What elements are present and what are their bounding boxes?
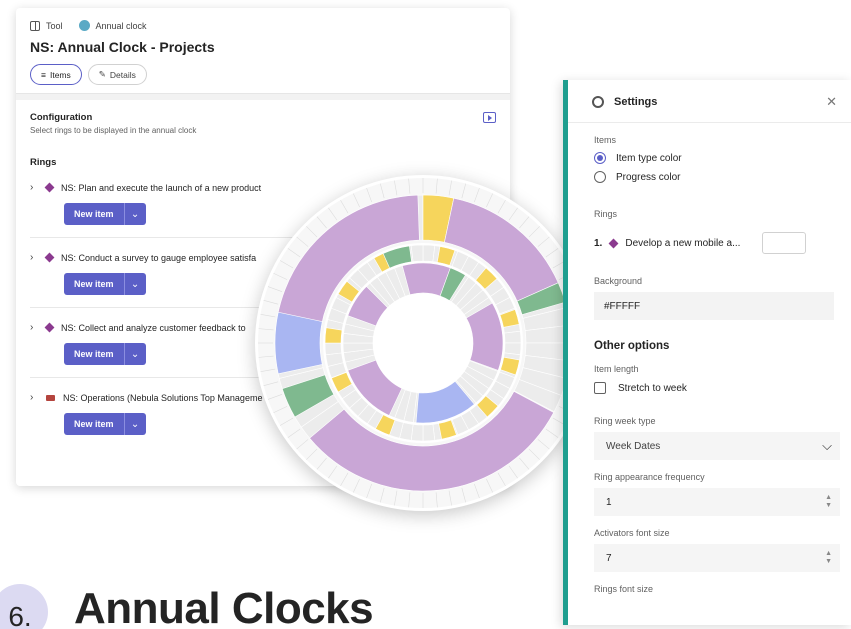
spin-down-icon[interactable]: ▼ — [825, 558, 832, 566]
checkbox-icon — [594, 382, 606, 394]
building-icon — [46, 394, 55, 401]
select-value: Week Dates — [606, 440, 661, 452]
settings-body: Items Item type color Progress color Rin… — [568, 135, 851, 594]
ring-index: 1. — [594, 237, 603, 249]
new-item-button[interactable]: New item — [64, 203, 124, 225]
pin-icon — [44, 182, 55, 193]
section-number-badge: 6. — [0, 584, 48, 629]
pin-icon — [44, 322, 55, 333]
new-item-split-button: New item ⌄ — [64, 273, 146, 295]
new-item-split-button: New item ⌄ — [64, 413, 146, 435]
tab-bar: ≡ Items ✎ Details — [30, 64, 496, 85]
gear-icon — [592, 96, 604, 108]
chevron-right-icon[interactable]: › — [30, 182, 38, 193]
configuration-subtitle: Select rings to be displayed in the annu… — [30, 126, 197, 135]
background-input[interactable]: #FFFFF — [594, 292, 834, 320]
activators-font-input[interactable]: 7 ▲ ▼ — [594, 544, 840, 572]
settings-panel: Settings ✕ Items Item type color Progres… — [563, 80, 851, 625]
chevron-down-icon[interactable]: ⌄ — [123, 343, 146, 365]
ring-frequency-label: Ring appearance frequency — [594, 472, 705, 482]
annual-clock-visual[interactable] — [255, 175, 591, 511]
chevron-right-icon[interactable]: › — [30, 322, 38, 333]
spin-buttons[interactable]: ▲ ▼ — [825, 494, 832, 510]
other-options-heading: Other options — [594, 340, 670, 352]
chevron-right-icon[interactable]: › — [30, 392, 38, 403]
annual-clock-graphic — [258, 178, 588, 508]
tab-details[interactable]: ✎ Details — [87, 64, 147, 85]
clock-week-cell[interactable] — [410, 244, 424, 262]
breadcrumb-tool[interactable]: Tool — [46, 21, 63, 31]
radio-unselected-icon — [594, 171, 606, 183]
grid-icon — [30, 20, 40, 31]
tab-items[interactable]: ≡ Items — [30, 64, 82, 85]
spin-down-icon[interactable]: ▼ — [825, 502, 832, 510]
ring-week-type-select[interactable]: Week Dates ⌵ — [594, 432, 840, 460]
clock-week-cell[interactable] — [504, 330, 522, 344]
chevron-right-icon[interactable]: › — [30, 252, 38, 263]
annual-clock-icon — [78, 20, 90, 31]
ring-name: NS: Conduct a survey to gauge employee s… — [61, 252, 257, 263]
spin-up-icon[interactable]: ▲ — [825, 494, 832, 502]
spin-up-icon[interactable]: ▲ — [825, 550, 832, 558]
panel-header: Tool Annual clock NS: Annual Clock - Pro… — [16, 8, 510, 94]
chevron-down-icon: ⌵ — [822, 438, 832, 453]
ring-name: NS: Operations (Nebula Solutions Top Man… — [63, 392, 263, 403]
spin-buttons[interactable]: ▲ ▼ — [825, 550, 832, 566]
ring-setting-row[interactable]: 1. Develop a new mobile a... — [594, 232, 851, 254]
tab-details-label: Details — [109, 69, 136, 80]
new-item-button[interactable]: New item — [64, 343, 124, 365]
clock-week-cell[interactable] — [422, 424, 436, 442]
rings-font-label: Rings font size — [594, 584, 654, 594]
present-icon[interactable] — [483, 112, 496, 123]
close-icon[interactable]: ✕ — [826, 94, 837, 110]
pin-icon — [608, 238, 619, 248]
settings-title: Settings — [614, 96, 658, 108]
clock-week-cell[interactable] — [324, 342, 342, 356]
configuration-title: Configuration — [30, 112, 93, 123]
list-icon: ≡ — [41, 69, 46, 80]
new-item-button[interactable]: New item — [64, 413, 124, 435]
page-title: NS: Annual Clock - Projects — [30, 39, 215, 55]
radio-selected-icon — [594, 152, 606, 164]
checkbox-label: Stretch to week — [618, 382, 687, 394]
chevron-down-icon[interactable]: ⌄ — [123, 203, 146, 225]
breadcrumb: Tool Annual clock — [30, 20, 496, 31]
breadcrumb-clock[interactable]: Annual clock — [96, 21, 147, 31]
chevron-down-icon[interactable]: ⌄ — [123, 273, 146, 295]
item-length-label: Item length — [594, 364, 639, 374]
pin-icon — [44, 252, 55, 263]
clock-item-segment[interactable] — [324, 327, 343, 344]
number-value: 7 — [606, 552, 612, 564]
chevron-down-icon[interactable]: ⌄ — [123, 413, 146, 435]
background-label: Background — [594, 276, 643, 286]
clock-center — [375, 295, 471, 391]
rings-label: Rings — [594, 209, 618, 219]
items-label: Items — [594, 135, 617, 145]
pencil-icon: ✎ — [98, 69, 106, 79]
clock-item-segment[interactable] — [274, 311, 323, 375]
tab-items-label: Items — [49, 69, 71, 80]
radio-label: Item type color — [616, 152, 682, 164]
ring-week-type-label: Ring week type — [594, 416, 656, 426]
ring-frequency-input[interactable]: 1 ▲ ▼ — [594, 488, 840, 516]
ring-name: NS: Plan and execute the launch of a new… — [61, 182, 262, 193]
new-item-split-button: New item ⌄ — [64, 343, 146, 365]
stretch-checkbox[interactable]: Stretch to week — [594, 382, 851, 394]
ring-color-swatch[interactable] — [762, 232, 807, 254]
activators-font-label: Activators font size — [594, 528, 670, 538]
new-item-split-button: New item ⌄ — [64, 203, 146, 225]
number-value: 1 — [606, 496, 612, 508]
radio-label: Progress color — [616, 171, 681, 183]
ring-name: NS: Collect and analyze customer feedbac… — [61, 322, 246, 333]
ring-setting-name: Develop a new mobile a... — [625, 237, 741, 249]
radio-progress-color[interactable]: Progress color — [594, 171, 851, 183]
radio-item-type-color[interactable]: Item type color — [594, 152, 851, 164]
rings-heading: Rings — [30, 157, 57, 168]
settings-header: Settings ✕ — [568, 80, 851, 123]
new-item-button[interactable]: New item — [64, 273, 124, 295]
section-title: Annual Clocks — [74, 584, 374, 629]
